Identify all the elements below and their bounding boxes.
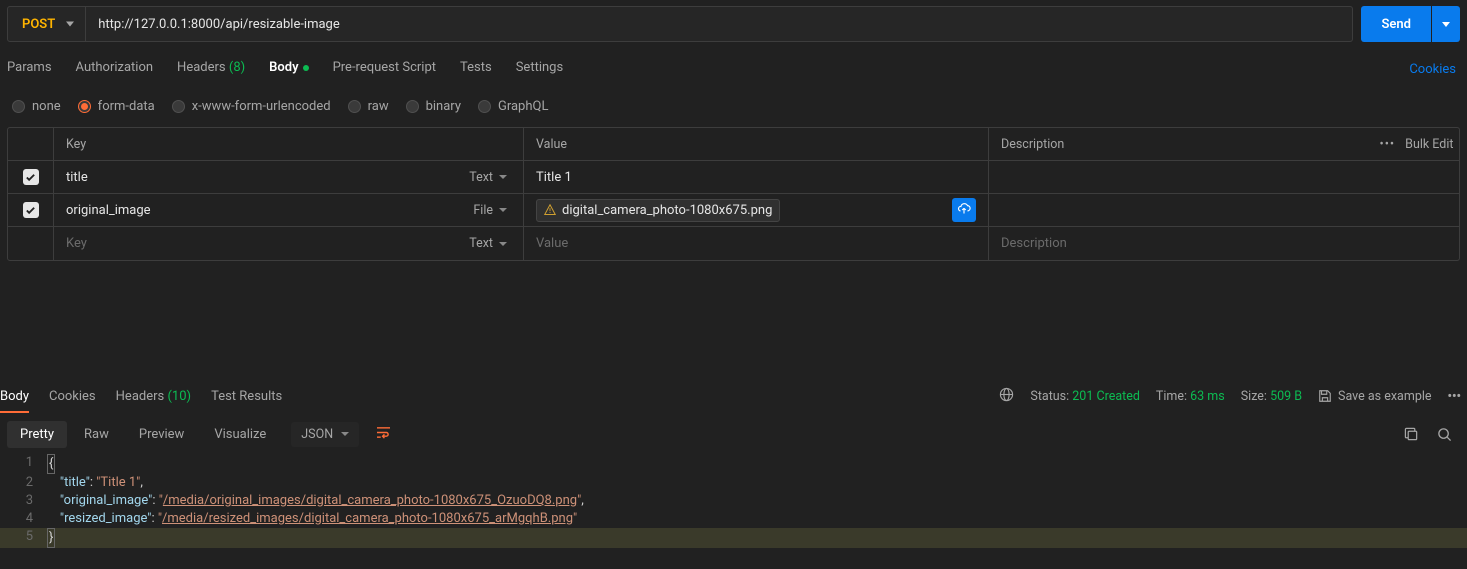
- table-row: original_image File digital_camera_photo-…: [8, 194, 1459, 227]
- wrap-icon: [376, 426, 391, 439]
- tab-headers[interactable]: Headers (8): [177, 54, 245, 85]
- tab-tests[interactable]: Tests: [460, 54, 492, 85]
- save-icon: [1318, 389, 1332, 403]
- response-more-icon[interactable]: •••: [1448, 389, 1461, 404]
- tab-params[interactable]: Params: [7, 54, 52, 85]
- value-placeholder[interactable]: Value: [536, 236, 568, 251]
- cloud-upload-icon: [957, 203, 971, 217]
- resp-tab-tests[interactable]: Test Results: [211, 381, 282, 412]
- time-text: Time: 63 ms: [1156, 389, 1225, 404]
- view-pretty[interactable]: Pretty: [7, 421, 67, 448]
- tab-authorization[interactable]: Authorization: [76, 54, 154, 85]
- key-type-select[interactable]: Text: [469, 170, 511, 185]
- size-text: Size: 509 B: [1241, 389, 1302, 404]
- col-description: Description: [989, 128, 1374, 160]
- key-placeholder[interactable]: Key: [66, 236, 87, 251]
- response-body[interactable]: 1{ 2 "title": "Title 1", 3 "original_ima…: [0, 454, 1467, 548]
- table-row: title Text Title 1: [8, 161, 1459, 194]
- network-icon[interactable]: [999, 387, 1014, 406]
- radio-graphql[interactable]: GraphQL: [478, 99, 548, 114]
- http-method-label: POST: [22, 17, 55, 32]
- key-type-select[interactable]: Text: [469, 236, 511, 251]
- format-select[interactable]: JSON: [291, 422, 359, 447]
- form-data-table: Key Value Description ••• Bulk Edit title…: [7, 127, 1460, 261]
- resp-tab-body[interactable]: Body: [0, 381, 29, 412]
- tab-prerequest[interactable]: Pre-request Script: [333, 54, 436, 85]
- col-key: Key: [54, 128, 524, 160]
- radio-xwww[interactable]: x-www-form-urlencoded: [172, 99, 331, 114]
- key-type-select[interactable]: File: [473, 203, 511, 218]
- send-button[interactable]: Send: [1361, 6, 1431, 42]
- search-icon[interactable]: [1437, 427, 1452, 442]
- resp-tab-cookies[interactable]: Cookies: [49, 381, 96, 412]
- radio-form-data[interactable]: form-data: [78, 99, 155, 114]
- file-reselect-button[interactable]: [952, 198, 976, 222]
- file-chip[interactable]: digital_camera_photo-1080x675.png: [536, 199, 780, 222]
- row-description[interactable]: [989, 194, 1374, 226]
- file-name: digital_camera_photo-1080x675.png: [562, 203, 772, 218]
- save-as-example-button[interactable]: Save as example: [1318, 389, 1431, 404]
- tab-body[interactable]: Body: [269, 54, 308, 85]
- desc-placeholder[interactable]: Description: [1001, 236, 1067, 251]
- body-modified-dot: [303, 65, 309, 71]
- wrap-lines-button[interactable]: [369, 421, 398, 448]
- status-text: Status: 201 Created: [1030, 389, 1140, 404]
- bulk-edit-button[interactable]: Bulk Edit: [1405, 137, 1453, 152]
- view-raw[interactable]: Raw: [71, 421, 122, 448]
- table-row-empty: Key Text Value Description: [8, 227, 1459, 260]
- view-preview[interactable]: Preview: [126, 421, 197, 448]
- row-checkbox[interactable]: [23, 169, 39, 185]
- warning-icon: [544, 204, 556, 216]
- row-key[interactable]: original_image: [66, 203, 151, 218]
- view-visualize[interactable]: Visualize: [201, 421, 279, 448]
- row-checkbox[interactable]: [23, 202, 39, 218]
- radio-binary[interactable]: binary: [406, 99, 461, 114]
- radio-none[interactable]: none: [12, 99, 61, 114]
- http-method-select[interactable]: POST: [7, 6, 86, 42]
- tab-settings[interactable]: Settings: [516, 54, 563, 85]
- url-input[interactable]: [86, 6, 1353, 42]
- row-key[interactable]: title: [66, 170, 88, 185]
- resp-tab-headers[interactable]: Headers (10): [116, 381, 191, 412]
- send-dropdown[interactable]: [1432, 6, 1460, 42]
- copy-icon[interactable]: [1404, 427, 1419, 442]
- radio-raw[interactable]: raw: [348, 99, 389, 114]
- table-more-icon[interactable]: •••: [1380, 137, 1396, 152]
- row-description[interactable]: [989, 161, 1374, 193]
- cookies-link[interactable]: Cookies: [1409, 62, 1460, 77]
- col-value: Value: [524, 128, 989, 160]
- row-value[interactable]: Title 1: [536, 170, 572, 185]
